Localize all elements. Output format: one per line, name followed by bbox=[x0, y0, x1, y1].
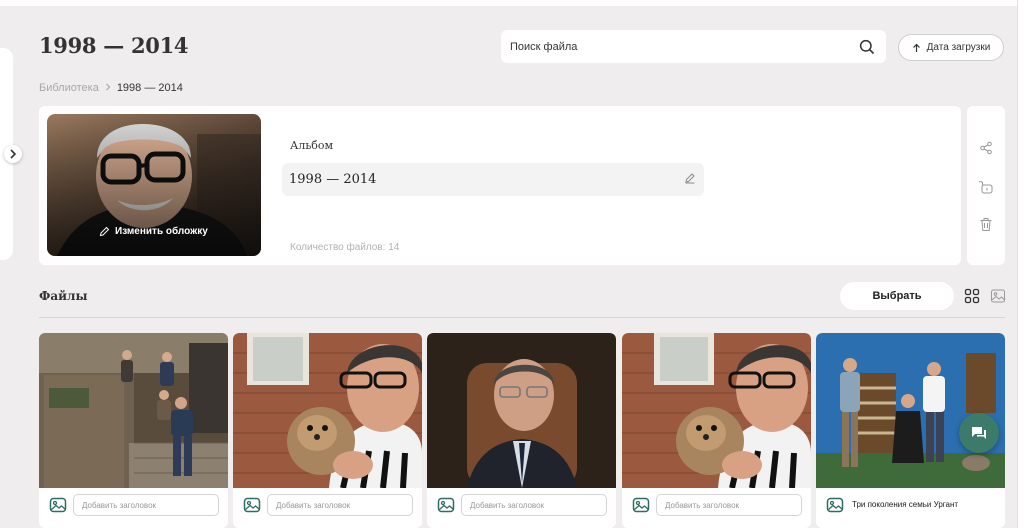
sort-by-upload-date-label: Дата загрузки bbox=[926, 42, 991, 53]
file-thumbnail[interactable] bbox=[39, 333, 228, 488]
breadcrumb: Библиотека 1998 — 2014 bbox=[39, 82, 183, 94]
chat-button[interactable] bbox=[959, 413, 999, 453]
chat-icon bbox=[972, 426, 986, 439]
album-actions-panel bbox=[967, 106, 1005, 265]
album-name-field[interactable]: 1998 — 2014 bbox=[282, 163, 704, 196]
breadcrumb-separator-icon bbox=[105, 82, 111, 94]
caption-input[interactable] bbox=[656, 494, 802, 516]
file-thumbnail[interactable] bbox=[427, 333, 616, 488]
file-thumbnail[interactable] bbox=[622, 333, 811, 488]
man-with-dog-brick-wall-image bbox=[233, 333, 422, 488]
file-thumbnail[interactable] bbox=[233, 333, 422, 488]
image-icon[interactable] bbox=[49, 497, 67, 513]
file-card[interactable] bbox=[622, 333, 811, 528]
album-info-card: Изменить обложку Альбом 1998 — 2014 Коли… bbox=[39, 106, 961, 265]
search-input[interactable] bbox=[510, 40, 858, 53]
search-bar bbox=[501, 30, 886, 63]
image-icon[interactable] bbox=[826, 497, 844, 513]
select-button[interactable]: Выбрать bbox=[840, 282, 954, 310]
file-card[interactable] bbox=[39, 333, 228, 528]
caption-input[interactable] bbox=[461, 494, 607, 516]
image-icon[interactable] bbox=[632, 497, 650, 513]
sort-by-upload-date-button[interactable]: Дата загрузки bbox=[898, 34, 1004, 61]
grid-view-icon[interactable] bbox=[964, 288, 980, 304]
page-title: 1998 — 2014 bbox=[39, 33, 189, 58]
file-card[interactable] bbox=[233, 333, 422, 528]
arrow-up-icon bbox=[912, 43, 920, 52]
caption-input[interactable] bbox=[73, 494, 219, 516]
search-icon[interactable] bbox=[858, 38, 876, 56]
file-thumbnail[interactable] bbox=[816, 333, 1005, 488]
album-name: 1998 — 2014 bbox=[289, 172, 377, 187]
trash-icon[interactable] bbox=[977, 215, 995, 233]
family-three-generations-image bbox=[816, 333, 1005, 488]
file-card[interactable] bbox=[427, 333, 616, 528]
breadcrumb-current: 1998 — 2014 bbox=[116, 82, 183, 94]
pencil-icon bbox=[99, 226, 110, 237]
image-icon[interactable] bbox=[437, 497, 455, 513]
man-with-dog-brick-wall-image bbox=[622, 333, 811, 488]
change-cover-button[interactable]: Изменить обложку bbox=[99, 226, 208, 237]
caption-input[interactable] bbox=[267, 494, 413, 516]
unlock-icon[interactable] bbox=[977, 177, 995, 195]
file-count: Количество файлов: 14 bbox=[290, 242, 400, 253]
sidebar-expand-button[interactable] bbox=[4, 145, 22, 163]
files-grid: Три поколения семьи Ургант bbox=[39, 333, 1005, 528]
top-bar bbox=[0, 0, 1024, 6]
chevron-right-icon bbox=[10, 149, 17, 159]
breadcrumb-library-link[interactable]: Библиотека bbox=[39, 82, 99, 94]
album-label: Альбом bbox=[290, 139, 334, 152]
file-caption[interactable]: Три поколения семьи Ургант bbox=[852, 500, 958, 509]
share-icon[interactable] bbox=[977, 139, 995, 157]
image-view-icon[interactable] bbox=[990, 288, 1006, 304]
change-cover-label: Изменить обложку bbox=[115, 226, 208, 237]
man-in-suit-armchair-image bbox=[427, 333, 616, 488]
image-icon[interactable] bbox=[243, 497, 261, 513]
section-divider bbox=[39, 317, 1005, 318]
right-edge-panel bbox=[1017, 0, 1024, 528]
edit-pencil-icon[interactable] bbox=[684, 171, 696, 189]
files-section-title: Файлы bbox=[39, 289, 88, 303]
group-on-stone-steps-image bbox=[39, 333, 228, 488]
album-cover-image[interactable]: Изменить обложку bbox=[47, 114, 261, 256]
